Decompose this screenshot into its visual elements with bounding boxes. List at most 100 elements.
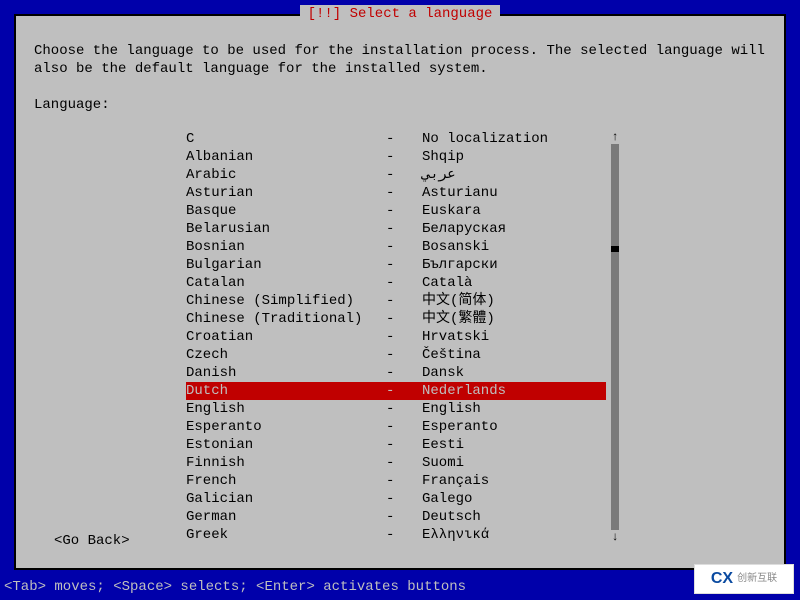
dash-separator: - (386, 490, 422, 508)
language-english: Galician (186, 490, 386, 508)
dash-separator: - (386, 436, 422, 454)
language-row[interactable]: Czech-Čeština (186, 346, 606, 364)
language-native: Català (422, 274, 606, 292)
language-row[interactable]: Chinese (Traditional)-中文(繁體) (186, 310, 606, 328)
language-native: Nederlands (422, 382, 606, 400)
dash-separator: - (386, 184, 422, 202)
watermark-text: 创新互联 (737, 570, 777, 588)
language-native: Eesti (422, 436, 606, 454)
language-row[interactable]: Finnish-Suomi (186, 454, 606, 472)
language-row[interactable]: English-English (186, 400, 606, 418)
dash-separator: - (386, 364, 422, 382)
language-english: Arabic (186, 166, 386, 184)
dialog-content: Choose the language to be used for the i… (34, 42, 766, 544)
language-english: C (186, 130, 386, 148)
language-native: English (422, 400, 606, 418)
language-english: Estonian (186, 436, 386, 454)
dash-separator: - (386, 202, 422, 220)
dialog-frame: [!!] Select a language Choose the langua… (14, 14, 786, 570)
language-native: 中文(简体) (422, 292, 606, 310)
language-row[interactable]: Arabic-عربي (186, 166, 606, 184)
language-row[interactable]: Croatian-Hrvatski (186, 328, 606, 346)
language-row[interactable]: Esperanto-Esperanto (186, 418, 606, 436)
language-english: Bosnian (186, 238, 386, 256)
watermark-logo: CX (711, 570, 733, 588)
language-row[interactable]: Bulgarian-Български (186, 256, 606, 274)
language-english: Chinese (Simplified) (186, 292, 386, 310)
dash-separator: - (386, 166, 422, 184)
language-row[interactable]: Chinese (Simplified)-中文(简体) (186, 292, 606, 310)
dash-separator: - (386, 508, 422, 526)
dash-separator: - (386, 130, 422, 148)
dialog-title-wrap: [!!] Select a language (16, 5, 784, 23)
language-english: Belarusian (186, 220, 386, 238)
language-row[interactable]: French-Français (186, 472, 606, 490)
language-english: Dutch (186, 382, 386, 400)
language-row[interactable]: Danish-Dansk (186, 364, 606, 382)
language-list[interactable]: C-No localizationAlbanian-ShqipArabic-عر… (186, 130, 606, 544)
language-row[interactable]: Dutch-Nederlands (186, 382, 606, 400)
dash-separator: - (386, 328, 422, 346)
language-native: Shqip (422, 148, 606, 166)
language-row[interactable]: Belarusian-Беларуская (186, 220, 606, 238)
dash-separator: - (386, 310, 422, 328)
language-row[interactable]: Albanian-Shqip (186, 148, 606, 166)
dash-separator: - (386, 418, 422, 436)
language-english: Greek (186, 526, 386, 544)
language-english: Finnish (186, 454, 386, 472)
language-native: Hrvatski (422, 328, 606, 346)
language-row[interactable]: Catalan-Català (186, 274, 606, 292)
scroll-up-icon[interactable]: ↑ (611, 130, 618, 144)
language-english: Croatian (186, 328, 386, 346)
language-english: Albanian (186, 148, 386, 166)
language-native: Asturianu (422, 184, 606, 202)
language-english: Chinese (Traditional) (186, 310, 386, 328)
language-english: Asturian (186, 184, 386, 202)
language-native: Български (422, 256, 606, 274)
scrollbar[interactable]: ↑ ↓ (610, 130, 620, 544)
language-native: Deutsch (422, 508, 606, 526)
language-native: Čeština (422, 346, 606, 364)
language-row[interactable]: Estonian-Eesti (186, 436, 606, 454)
language-english: French (186, 472, 386, 490)
language-row[interactable]: Basque-Euskara (186, 202, 606, 220)
field-label: Language: (34, 96, 766, 114)
go-back-button[interactable]: <Go Back> (54, 532, 130, 550)
language-english: English (186, 400, 386, 418)
scroll-down-icon[interactable]: ↓ (611, 530, 618, 544)
language-native: Беларуская (422, 220, 606, 238)
language-row[interactable]: C-No localization (186, 130, 606, 148)
dash-separator: - (386, 400, 422, 418)
language-native: 中文(繁體) (422, 310, 606, 328)
language-english: Czech (186, 346, 386, 364)
language-row[interactable]: German-Deutsch (186, 508, 606, 526)
language-row[interactable]: Bosnian-Bosanski (186, 238, 606, 256)
watermark-badge: CX 创新互联 (694, 564, 794, 594)
dash-separator: - (386, 292, 422, 310)
language-native: No localization (422, 130, 606, 148)
language-native: عربي (422, 166, 606, 184)
dash-separator: - (386, 256, 422, 274)
language-native: Euskara (422, 202, 606, 220)
language-native: Galego (422, 490, 606, 508)
language-row[interactable]: Galician-Galego (186, 490, 606, 508)
language-native: Bosanski (422, 238, 606, 256)
language-native: Ελληνικά (422, 526, 606, 544)
language-native: Français (422, 472, 606, 490)
language-row[interactable]: Greek-Ελληνικά (186, 526, 606, 544)
scrollbar-track[interactable] (611, 144, 619, 530)
language-row[interactable]: Asturian-Asturianu (186, 184, 606, 202)
language-english: Esperanto (186, 418, 386, 436)
language-native: Suomi (422, 454, 606, 472)
dash-separator: - (386, 382, 422, 400)
instruction-text: Choose the language to be used for the i… (34, 42, 766, 78)
dash-separator: - (386, 238, 422, 256)
language-english: Bulgarian (186, 256, 386, 274)
scrollbar-thumb[interactable] (611, 246, 619, 252)
footer-hint: <Tab> moves; <Space> selects; <Enter> ac… (0, 576, 800, 600)
dash-separator: - (386, 148, 422, 166)
dialog-title: [!!] Select a language (300, 5, 501, 23)
language-native: Esperanto (422, 418, 606, 436)
dash-separator: - (386, 220, 422, 238)
language-english: Catalan (186, 274, 386, 292)
